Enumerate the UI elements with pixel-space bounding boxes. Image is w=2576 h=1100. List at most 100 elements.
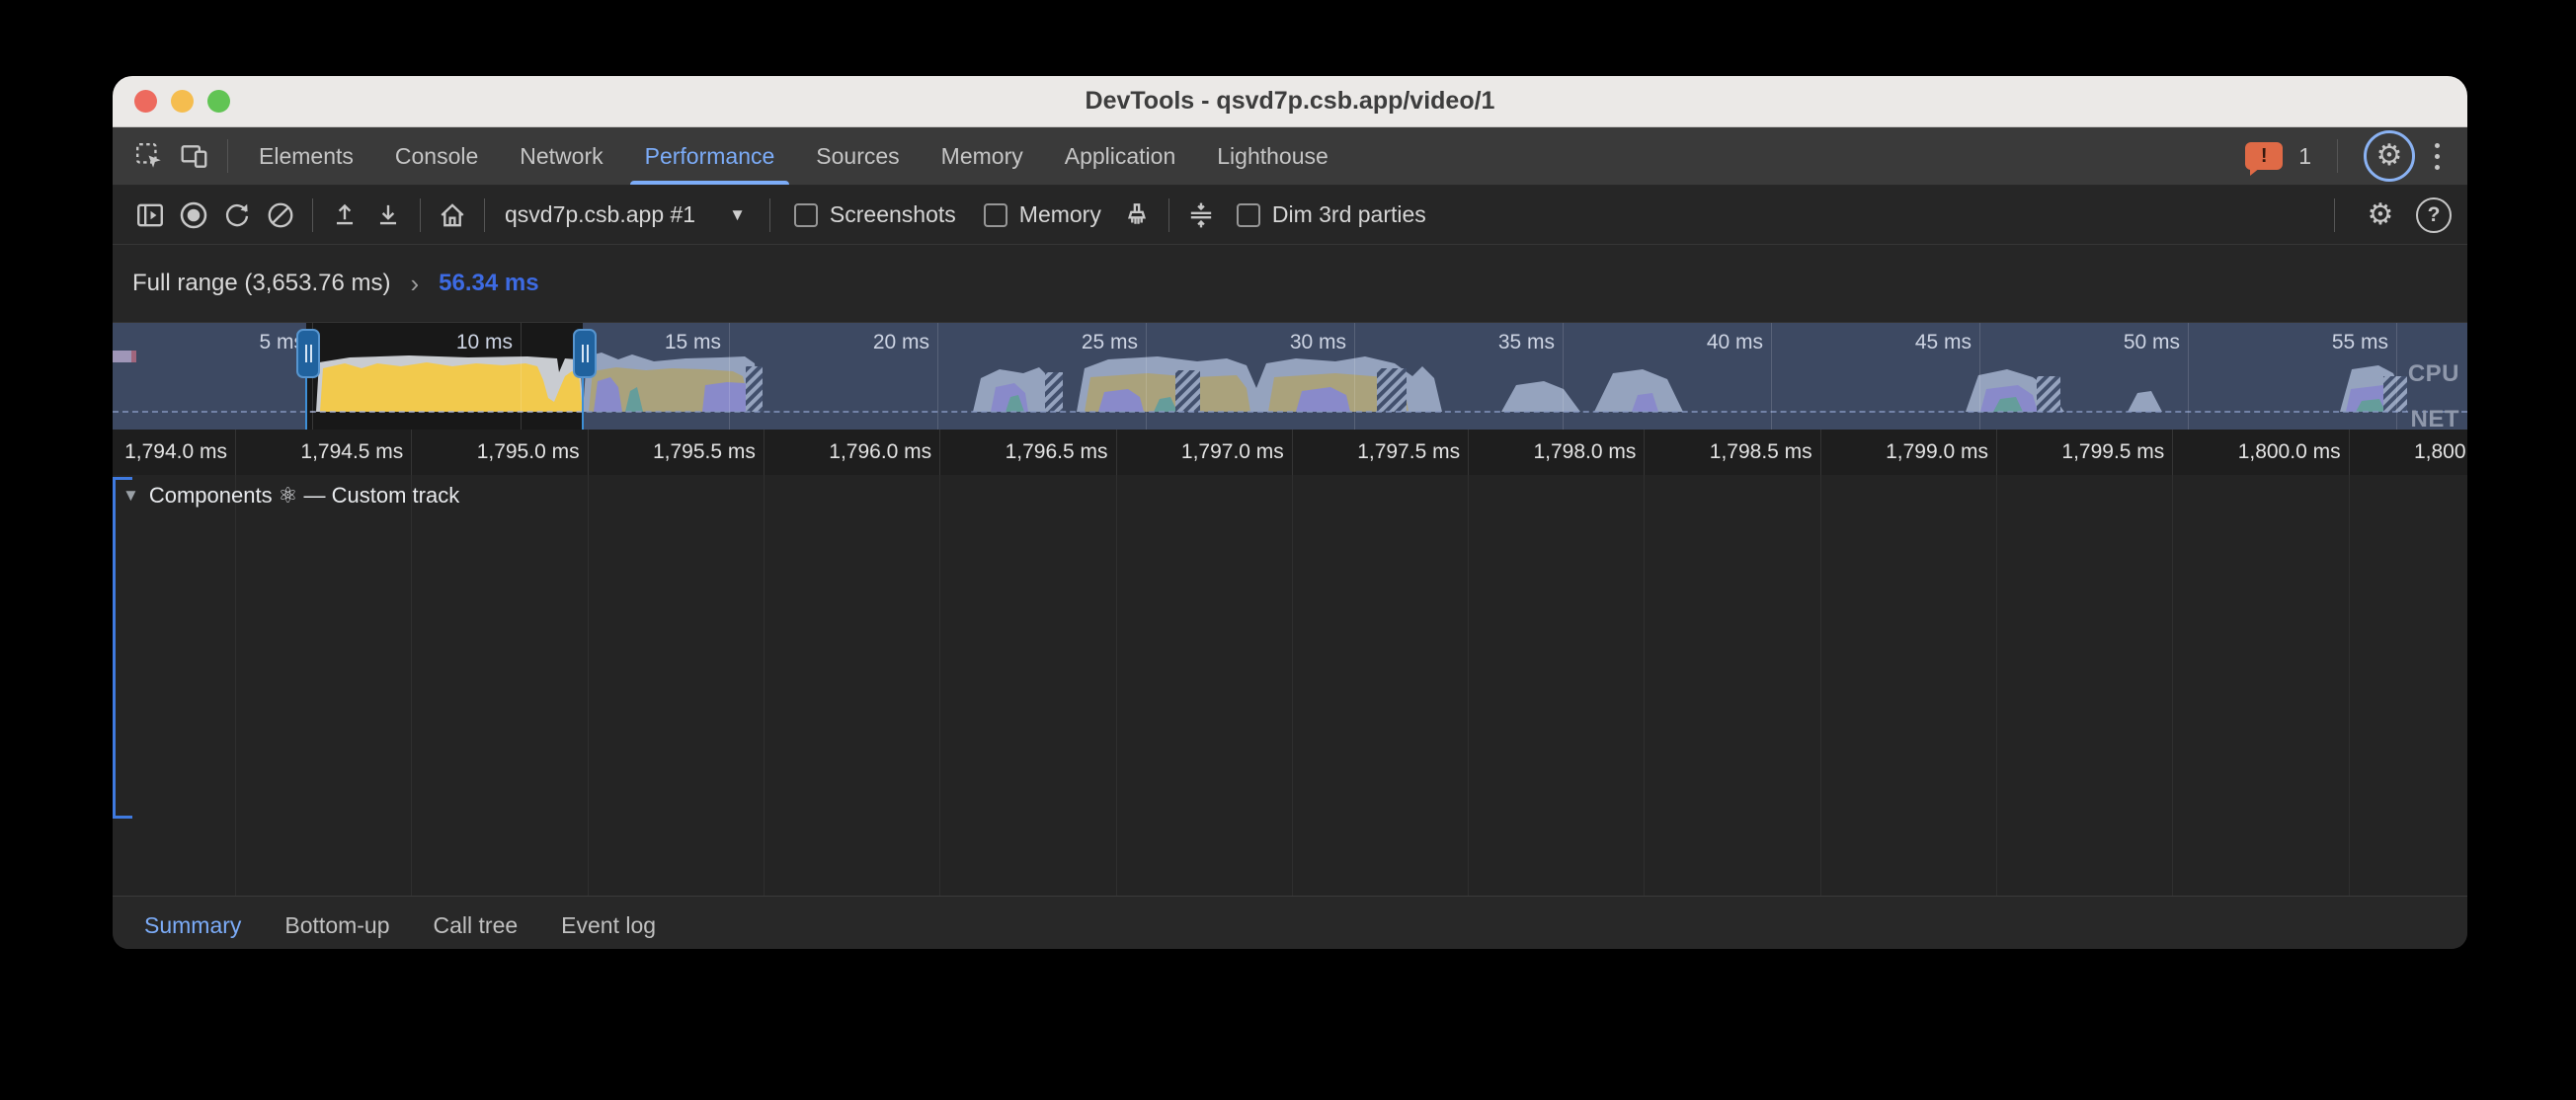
chart-grid-line [411,475,412,896]
home-icon [438,200,467,230]
timeline-overview[interactable]: 5 ms10 ms15 ms20 ms25 ms30 ms35 ms40 ms4… [113,322,2467,430]
ruler-tick-line [1292,430,1293,475]
home-button[interactable] [431,194,474,237]
overview-tick-line [2396,323,2397,430]
collect-garbage-button[interactable] [1115,194,1159,237]
checkbox-icon [1237,203,1260,227]
ruler-tick-line [764,430,765,475]
ruler-tick-line [588,430,589,475]
selection-handle-left[interactable] [296,329,320,378]
clear-button[interactable] [259,194,302,237]
overview-tick-line [1563,323,1564,430]
tab-memory[interactable]: Memory [921,127,1044,185]
reload-and-record-button[interactable] [215,194,259,237]
separator [420,198,421,232]
upload-profile-button[interactable] [323,194,366,237]
full-range-breadcrumb[interactable]: Full range (3,653.76 ms) [132,270,390,297]
overview-tick-label: 10 ms [404,331,513,354]
tab-elements[interactable]: Elements [238,127,374,185]
overview-tick-label: 25 ms [1029,331,1138,354]
capture-settings-button[interactable]: ⚙ [2359,194,2402,237]
ruler-tick-label: 1,799.5 ms [2016,430,2164,475]
panel-left-icon [135,200,165,230]
selection-handle-right[interactable] [573,329,597,378]
issues-badge-icon[interactable]: ! [2245,142,2283,170]
settings-button-focused[interactable]: ⚙ [2364,130,2415,182]
download-profile-button[interactable] [366,194,410,237]
separator [1168,198,1169,232]
detail-time-ruler: 1,794.0 ms1,794.5 ms1,795.0 ms1,795.5 ms… [113,430,2467,475]
selection-guide-left [305,372,307,430]
selection-guide-right [582,372,584,430]
overview-tick-line [1979,323,1980,430]
range-breadcrumb-bar: Full range (3,653.76 ms) › 56.34 ms [113,245,2467,322]
expander-icon[interactable]: ▼ [122,486,139,506]
separator [769,198,770,232]
chart-grid-line [939,475,940,896]
screenshots-checkbox[interactable]: Screenshots [794,201,956,228]
checkbox-label: Memory [1019,201,1101,228]
selected-range-breadcrumb[interactable]: 56.34 ms [439,270,538,297]
checkbox-label: Screenshots [830,201,956,228]
separator [2334,198,2335,232]
gear-icon: ⚙ [2368,200,2394,230]
chart-grid-line [1116,475,1117,896]
tab-performance[interactable]: Performance [624,127,796,185]
tab-application[interactable]: Application [1044,127,1197,185]
separator [484,198,485,232]
overview-tick-line [2188,323,2189,430]
toggle-sidebar-button[interactable] [128,194,172,237]
ruler-tick-line [2349,430,2350,475]
download-icon [373,200,403,230]
memory-checkbox[interactable]: Memory [984,201,1101,228]
device-toolbar-button[interactable] [172,134,217,178]
separator [2337,139,2338,173]
inspect-element-button[interactable] [126,134,172,178]
ruler-tick-line [939,430,940,475]
overview-tick-label: 50 ms [2071,331,2180,354]
track-header[interactable]: ▼ Components ⚛ — Custom track [122,483,459,509]
help-button[interactable]: ? [2416,197,2452,233]
chart-grid-line [1292,475,1293,896]
overview-tick-line [1771,323,1772,430]
more-options-button[interactable] [2431,139,2444,174]
checkbox-icon [984,203,1007,227]
chevron-down-icon[interactable]: ▼ [729,205,746,225]
issues-count[interactable]: 1 [2298,143,2311,170]
chart-grid-line [1996,475,1997,896]
net-lane-label: NET [2411,406,2460,430]
record-icon [178,199,209,231]
record-button[interactable] [172,194,215,237]
bottom-tab-summary[interactable]: Summary [122,898,263,950]
dim-3rd-parties-checkbox[interactable]: Dim 3rd parties [1237,201,1426,228]
ruler-tick-label: 1,796.5 ms [960,430,1108,475]
upload-icon [330,200,360,230]
tab-network[interactable]: Network [499,127,623,185]
ruler-tick-line [411,430,412,475]
tab-sources[interactable]: Sources [795,127,920,185]
tab-lighthouse[interactable]: Lighthouse [1196,127,1349,185]
ruler-tick-label: 1,798.0 ms [1488,430,1636,475]
bottom-tab-bottom-up[interactable]: Bottom-up [263,898,411,950]
overview-tick-label: 30 ms [1238,331,1346,354]
overview-tick-line [729,323,730,430]
reload-icon [222,200,252,230]
gear-icon: ⚙ [2376,141,2403,171]
window-title: DevTools - qsvd7p.csb.app/video/1 [113,87,2467,116]
shortcuts-dialog-button[interactable] [1179,194,1223,237]
target-selector[interactable]: qsvd7p.csb.app #1 [505,201,695,228]
flame-chart[interactable]: ▼ Components ⚛ — Custom track RouterAppH… [113,475,2467,896]
bottom-tab-call-tree[interactable]: Call tree [412,898,540,950]
bottom-tab-event-log[interactable]: Event log [539,898,678,950]
ruler-tick-label: 1,794.5 ms [255,430,403,475]
devtools-window: DevTools - qsvd7p.csb.app/video/1 Elemen… [113,76,2467,949]
chart-grid-line [2172,475,2173,896]
ruler-tick-label: 1,794.0 ms [113,430,227,475]
ruler-tick-label: 1,797.0 ms [1136,430,1284,475]
tab-console[interactable]: Console [374,127,499,185]
ruler-tick-label: 1,795.0 ms [432,430,580,475]
ruler-tick-label: 1,796.0 ms [783,430,931,475]
ruler-tick-label: 1,798.5 ms [1664,430,1812,475]
overview-tick-label: 40 ms [1654,331,1763,354]
ruler-tick-line [1996,430,1997,475]
